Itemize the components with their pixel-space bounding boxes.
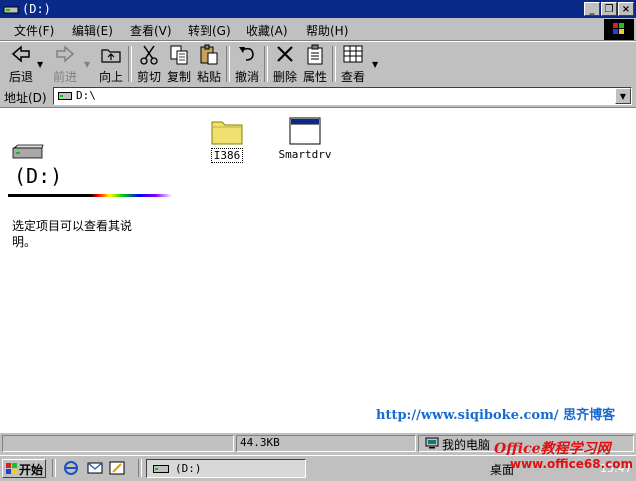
delete-x-icon (277, 46, 293, 62)
scissors-icon (140, 45, 158, 65)
paste-label: 粘贴 (196, 70, 221, 84)
folder-icon (211, 121, 243, 145)
drive-icon (153, 465, 169, 473)
close-button[interactable]: × (618, 2, 634, 16)
menu-help[interactable]: 帮助(H) (306, 22, 348, 39)
forward-arrow-icon (56, 45, 75, 63)
menu-edit[interactable]: 编辑(E) (72, 22, 113, 39)
menu-file[interactable]: 文件(F) (14, 22, 54, 39)
menu-goto[interactable]: 转到(G) (188, 22, 231, 39)
status-size: 44.3KB (240, 436, 280, 449)
views-grid-icon (343, 45, 363, 63)
drive-title: (D:) (14, 164, 63, 188)
taskbar-separator (52, 459, 56, 477)
toolbar: 后退 ▼ 前进 ▼ 向上 剪切 复制 粘贴 撤消 删除 属性 查看 ▼ (0, 41, 636, 86)
forward-label: 前进 (52, 70, 77, 84)
drive-icon (58, 92, 72, 100)
properties-label: 属性 (302, 70, 327, 84)
file-item-i386[interactable]: I386 (192, 116, 262, 163)
paste-button[interactable]: 粘贴 (192, 44, 226, 84)
taskbar-separator (138, 459, 142, 477)
address-label: 地址(D) (4, 91, 47, 105)
properties-icon (307, 44, 323, 65)
address-input[interactable]: D:\ ▼ (53, 87, 632, 105)
window-title: (D:) (22, 2, 51, 16)
start-label: 开始 (19, 463, 44, 477)
back-arrow-icon (11, 45, 30, 63)
title-bar[interactable]: (D:) _ ❐ × (0, 0, 636, 18)
windows-logo-icon (604, 19, 634, 40)
back-label: 后退 (8, 70, 33, 84)
minimize-button[interactable]: _ (584, 2, 600, 16)
taskbar-window-button[interactable]: (D:) (146, 459, 306, 478)
windows-flag-icon (6, 463, 17, 474)
description-text: 选定项目可以查看其说明。 (12, 219, 133, 249)
status-location: 我的电脑 (442, 438, 491, 452)
up-label: 向上 (98, 70, 123, 84)
watermark-office-url: www.office68.com (510, 457, 634, 471)
hard-drive-icon (12, 144, 44, 159)
menu-bar: 文件(F) 编辑(E) 查看(V) 转到(G) 收藏(A) 帮助(H) (0, 18, 636, 41)
file-view[interactable]: (D:) 选定项目可以查看其说明。 I386 Smartdrv http://w… (0, 108, 636, 432)
file-label: Smartdrv (278, 148, 332, 161)
menu-favorites[interactable]: 收藏(A) (246, 22, 288, 39)
up-button[interactable]: 向上 (94, 44, 128, 84)
start-button[interactable]: 开始 (2, 459, 46, 478)
internet-explorer-icon[interactable] (62, 460, 80, 476)
properties-button[interactable]: 属性 (298, 44, 332, 84)
taskbar-window-label: (D:) (175, 462, 202, 475)
drive-icon (3, 6, 19, 14)
address-value: D:\ (76, 89, 96, 102)
program-window-icon (289, 117, 321, 145)
copy-icon (170, 45, 188, 65)
restore-button[interactable]: ❐ (601, 2, 617, 16)
forward-button[interactable]: 前进 (48, 44, 82, 84)
decorative-divider (8, 194, 172, 197)
computer-icon (425, 437, 439, 449)
address-bar: 地址(D) D:\ ▼ (0, 85, 636, 108)
address-dropdown-button[interactable]: ▼ (615, 88, 631, 104)
up-folder-icon (101, 49, 121, 63)
back-button[interactable]: 后退 (4, 44, 38, 84)
undo-icon (239, 47, 254, 61)
back-dropdown-icon[interactable]: ▼ (37, 60, 43, 69)
views-button[interactable]: 查看 (336, 44, 370, 84)
file-label: I386 (210, 148, 244, 163)
watermark-blog: http://www.siqiboke.com/ 思齐博客 (376, 408, 616, 423)
file-item-smartdrv[interactable]: Smartdrv (270, 116, 340, 161)
paste-icon (200, 44, 218, 65)
menu-view[interactable]: 查看(V) (130, 22, 172, 39)
undo-label: 撤消 (234, 70, 259, 84)
outlook-express-icon[interactable] (86, 460, 104, 476)
show-desktop-icon[interactable] (108, 460, 126, 476)
undo-button[interactable]: 撤消 (230, 44, 264, 84)
status-panel-left (2, 435, 234, 452)
views-label: 查看 (340, 70, 365, 84)
views-dropdown-icon[interactable]: ▼ (372, 60, 378, 69)
